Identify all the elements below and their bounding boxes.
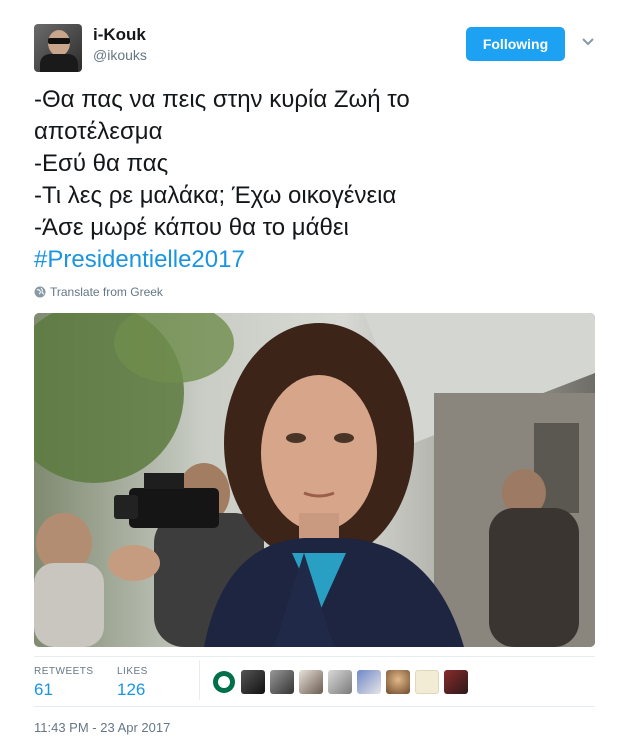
translate-label[interactable]: Translate from Greek	[50, 285, 163, 299]
liker-avatar[interactable]	[270, 670, 294, 694]
tweet-line: -Τι λες ρε μαλάκα; Έχω οικογένεια	[34, 182, 397, 209]
liker-avatars	[212, 670, 468, 694]
tweet-text: -Θα πας να πεις στην κυρία Ζωή το αποτέλ…	[34, 84, 594, 276]
liker-avatar[interactable]	[415, 670, 439, 694]
globe-icon	[34, 286, 46, 298]
liker-avatar[interactable]	[386, 670, 410, 694]
following-button[interactable]: Following	[466, 27, 565, 61]
liker-avatar[interactable]	[241, 670, 265, 694]
tweet-photo[interactable]	[34, 313, 595, 647]
hashtag-link[interactable]: #Presidentielle2017	[34, 244, 594, 276]
likes-label: LIKES	[117, 666, 148, 677]
liker-avatar[interactable]	[357, 670, 381, 694]
stats-separator	[199, 660, 200, 700]
retweets-label: RETWEETS	[34, 666, 94, 677]
user-avatar[interactable]	[34, 24, 82, 72]
likes-stat[interactable]: LIKES 126	[117, 666, 148, 700]
user-name[interactable]: i-Kouk	[93, 25, 146, 45]
chevron-down-icon[interactable]	[580, 34, 596, 50]
translate-link[interactable]: Translate from Greek	[34, 285, 163, 299]
liker-avatar[interactable]	[328, 670, 352, 694]
tweet-line: -Θα πας να πεις στην κυρία Ζωή το	[34, 86, 410, 113]
divider-top	[34, 656, 595, 657]
liker-avatar[interactable]	[299, 670, 323, 694]
tweet-line: -Εσύ θα πας	[34, 150, 169, 177]
user-handle[interactable]: @ikouks	[93, 47, 147, 63]
liker-avatar[interactable]	[212, 670, 236, 694]
liker-avatar[interactable]	[444, 670, 468, 694]
photo-illustration	[34, 313, 595, 647]
likes-count[interactable]: 126	[117, 680, 148, 700]
retweets-stat[interactable]: RETWEETS 61	[34, 666, 94, 700]
divider-bottom	[34, 706, 595, 707]
retweets-count[interactable]: 61	[34, 680, 94, 700]
tweet-timestamp[interactable]: 11:43 PM - 23 Apr 2017	[34, 720, 170, 735]
tweet-line: -Άσε μωρέ κάπου θα το μάθει	[34, 214, 349, 241]
tweet-line: αποτέλεσμα	[34, 118, 163, 145]
